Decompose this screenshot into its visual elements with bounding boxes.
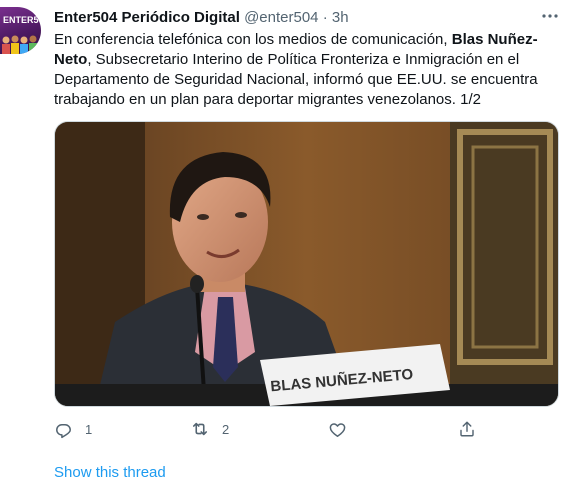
reply-button[interactable]: 1 xyxy=(54,418,92,440)
like-icon xyxy=(329,422,346,437)
tweet[interactable]: ENTER504 Enter504 Periódico Digital @ent… xyxy=(0,0,565,481)
show-thread-link[interactable]: Show this thread xyxy=(54,463,166,483)
retweet-icon xyxy=(192,422,208,436)
tweet-text-part1: En conferencia telefónica con los medios… xyxy=(54,31,452,48)
separator-dot: · xyxy=(322,9,328,26)
retweet-count: 2 xyxy=(222,421,230,437)
reply-count: 1 xyxy=(85,421,93,437)
tweet-header: Enter504 Periódico Digital @enter504 · 3… xyxy=(54,8,349,28)
more-button[interactable] xyxy=(540,6,560,26)
timestamp[interactable]: 3h xyxy=(332,9,349,26)
like-button[interactable] xyxy=(328,418,347,440)
retweet-button[interactable]: 2 xyxy=(190,418,229,440)
avatar-logo-text: ENTER504 xyxy=(3,15,41,25)
author-handle[interactable]: @enter504 xyxy=(244,9,318,26)
share-button[interactable] xyxy=(458,418,476,440)
share-icon xyxy=(460,421,474,437)
author-name[interactable]: Enter504 Periódico Digital xyxy=(54,9,240,26)
tweet-text: En conferencia telefónica con los medios… xyxy=(54,30,554,110)
avatar[interactable]: ENTER504 xyxy=(0,7,41,54)
tweet-photo[interactable]: BLAS NUÑEZ-NETO xyxy=(54,121,559,407)
more-icon xyxy=(542,14,558,18)
reply-icon xyxy=(56,423,71,438)
tweet-text-part2: , Subsecretario Interino de Política Fro… xyxy=(54,51,538,108)
photo-scene: BLAS NUÑEZ-NETO xyxy=(55,122,558,406)
avatar-people-illustration xyxy=(2,35,37,54)
